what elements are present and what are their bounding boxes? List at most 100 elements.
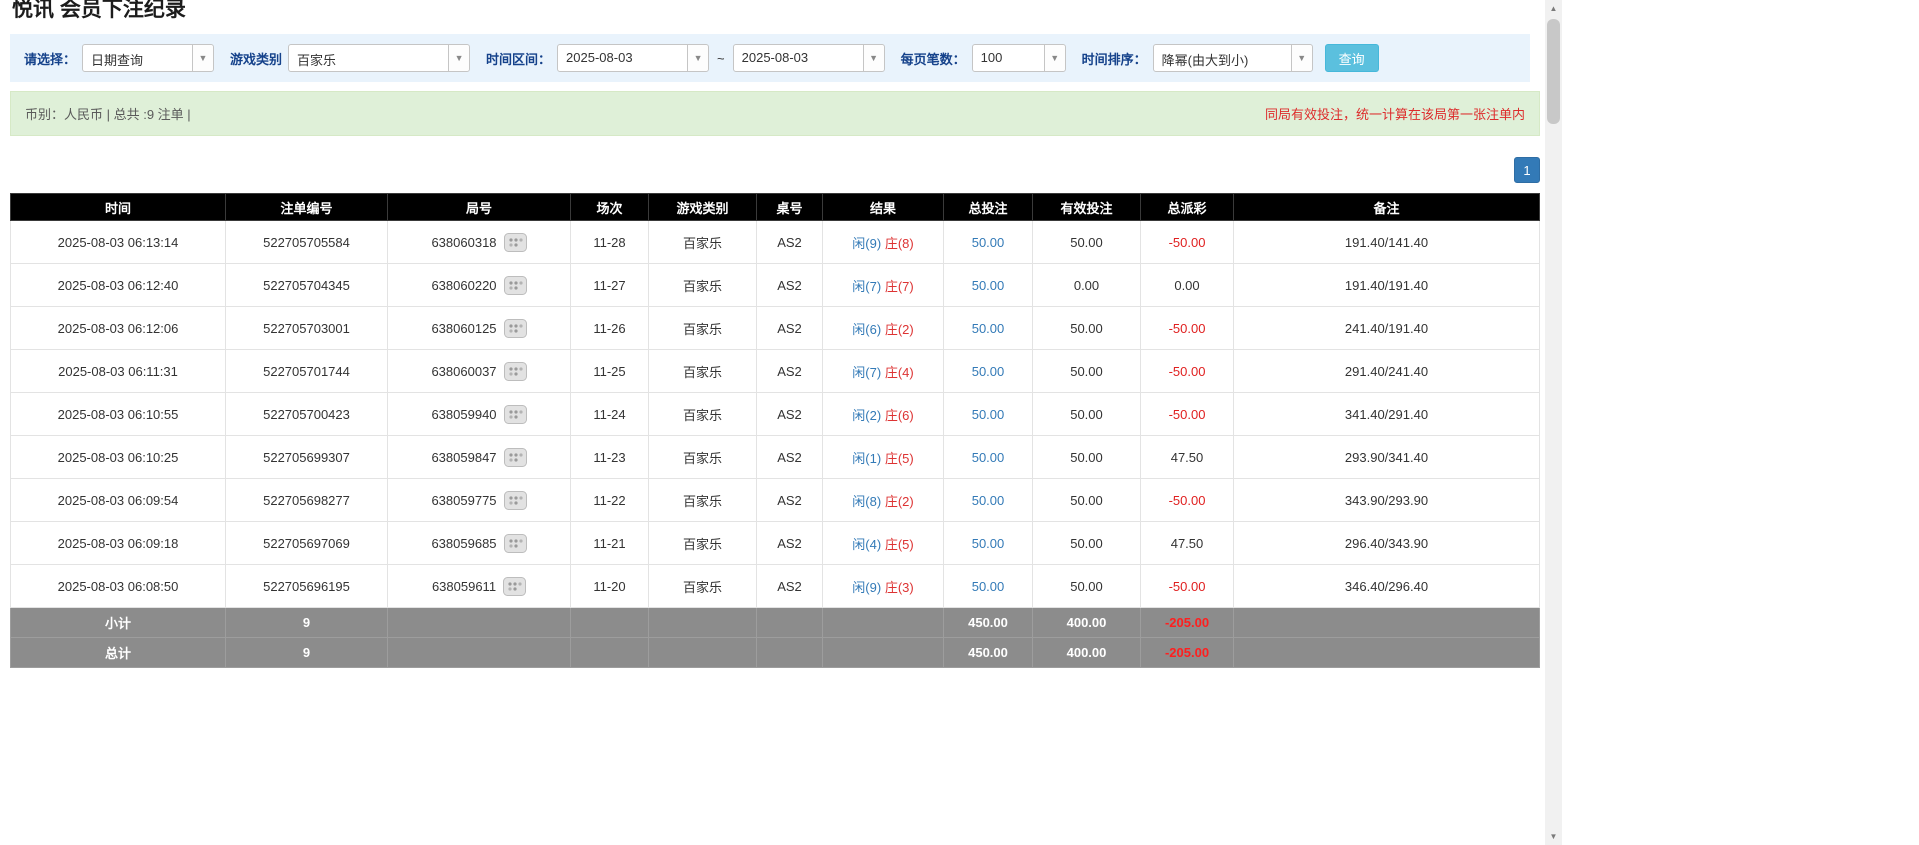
cell-time: 2025-08-03 06:13:14 bbox=[10, 220, 226, 264]
result-player: 闲(4) bbox=[852, 536, 882, 552]
subtotal-empty-cell bbox=[387, 607, 571, 638]
cell-total-bet[interactable]: 50.00 bbox=[943, 392, 1033, 436]
total-empty-cell bbox=[756, 637, 823, 668]
roadmap-icon[interactable] bbox=[503, 318, 527, 338]
cell-time: 2025-08-03 06:09:18 bbox=[10, 521, 226, 565]
cell-total-bet[interactable]: 50.00 bbox=[943, 349, 1033, 393]
cell-total-bet[interactable]: 50.00 bbox=[943, 521, 1033, 565]
query-type-label: 请选择： bbox=[24, 51, 77, 67]
cell-payout: -50.00 bbox=[1140, 220, 1234, 264]
vertical-scrollbar[interactable]: ▲ ▼ bbox=[1545, 0, 1562, 845]
chevron-down-icon: ▼ bbox=[1290, 45, 1312, 71]
cell-result: 闲(2) 庄(6) bbox=[822, 392, 944, 436]
cell-valid-bet: 50.00 bbox=[1032, 478, 1141, 522]
cell-time: 2025-08-03 06:08:50 bbox=[10, 564, 226, 608]
total-bet-link[interactable]: 50.00 bbox=[972, 364, 1005, 379]
cell-total-bet[interactable]: 50.00 bbox=[943, 478, 1033, 522]
cell-result: 闲(8) 庄(2) bbox=[822, 478, 944, 522]
cell-time: 2025-08-03 06:09:54 bbox=[10, 478, 226, 522]
round-id-text: 638059685 bbox=[431, 535, 497, 551]
cell-valid-bet: 50.00 bbox=[1032, 306, 1141, 350]
total-bet-link[interactable]: 50.00 bbox=[972, 493, 1005, 508]
subtotal-label: 小计 bbox=[10, 607, 226, 638]
roadmap-icon[interactable] bbox=[503, 576, 527, 596]
cell-table-no: AS2 bbox=[756, 521, 823, 565]
round-id-text: 638060037 bbox=[431, 363, 497, 379]
roadmap-icon[interactable] bbox=[503, 490, 527, 510]
round-id-group: 638059611 bbox=[432, 576, 527, 596]
cell-bet-id: 522705700423 bbox=[225, 392, 388, 436]
round-id-text: 638060220 bbox=[431, 277, 497, 293]
cell-result: 闲(9) 庄(3) bbox=[822, 564, 944, 608]
date-to-select[interactable]: 2025-08-03 ▼ bbox=[732, 44, 885, 72]
search-button[interactable]: 查询 bbox=[1324, 44, 1379, 72]
roadmap-icon[interactable] bbox=[503, 275, 527, 295]
page-button-1[interactable]: 1 bbox=[1514, 157, 1540, 183]
total-bet-link[interactable]: 50.00 bbox=[972, 536, 1005, 551]
cell-round-id: 638060125 bbox=[387, 306, 571, 350]
pagination: 1 bbox=[10, 157, 1540, 183]
subtotal-valid-bet: 400.00 bbox=[1032, 607, 1141, 638]
total-bet-link[interactable]: 50.00 bbox=[972, 407, 1005, 422]
subtotal-empty-cell bbox=[822, 607, 944, 638]
table-row: 2025-08-03 06:12:40 522705704345 638060220… bbox=[10, 263, 1540, 307]
round-id-group: 638060318 bbox=[431, 232, 527, 252]
cell-bet-id: 522705705584 bbox=[225, 220, 388, 264]
cell-game-type: 百家乐 bbox=[648, 306, 757, 350]
round-id-group: 638059940 bbox=[431, 404, 527, 424]
total-bet-link[interactable]: 50.00 bbox=[972, 321, 1005, 336]
scrollbar-thumb[interactable] bbox=[1547, 19, 1560, 124]
roadmap-icon[interactable] bbox=[503, 404, 527, 424]
cell-total-bet[interactable]: 50.00 bbox=[943, 306, 1033, 350]
cell-remark: 293.90/341.40 bbox=[1233, 435, 1540, 479]
roadmap-icon[interactable] bbox=[503, 232, 527, 252]
cell-session: 11-20 bbox=[570, 564, 649, 608]
total-valid-bet: 400.00 bbox=[1032, 637, 1141, 668]
result-player: 闲(9) bbox=[852, 579, 882, 595]
cell-total-bet[interactable]: 50.00 bbox=[943, 220, 1033, 264]
cell-session: 11-24 bbox=[570, 392, 649, 436]
game-type-select[interactable]: 百家乐 ▼ bbox=[288, 44, 471, 72]
cell-payout: 0.00 bbox=[1140, 263, 1234, 307]
date-from-value: 2025-08-03 bbox=[566, 50, 633, 65]
column-header: 时间 bbox=[10, 193, 226, 221]
cell-bet-id: 522705703001 bbox=[225, 306, 388, 350]
page-title: 悦讯 会员下注纪录 bbox=[12, 0, 1545, 22]
total-bet-link[interactable]: 50.00 bbox=[972, 278, 1005, 293]
chevron-down-icon: ▼ bbox=[448, 45, 470, 71]
round-id-group: 638060037 bbox=[431, 361, 527, 381]
query-type-select[interactable]: 日期查询 ▼ bbox=[82, 44, 215, 72]
column-header: 局号 bbox=[387, 193, 571, 221]
total-bet-link[interactable]: 50.00 bbox=[972, 579, 1005, 594]
cell-total-bet[interactable]: 50.00 bbox=[943, 263, 1033, 307]
scroll-down-arrow-icon[interactable]: ▼ bbox=[1545, 828, 1562, 845]
sort-select[interactable]: 降幂(由大到小) ▼ bbox=[1152, 44, 1313, 72]
result-player: 闲(2) bbox=[852, 407, 882, 423]
chevron-down-icon: ▼ bbox=[192, 45, 214, 71]
page-size-select[interactable]: 100 ▼ bbox=[971, 44, 1066, 72]
column-header: 桌号 bbox=[756, 193, 823, 221]
roadmap-icon[interactable] bbox=[503, 447, 527, 467]
cell-game-type: 百家乐 bbox=[648, 478, 757, 522]
total-bet-link[interactable]: 50.00 bbox=[972, 235, 1005, 250]
chevron-down-icon: ▼ bbox=[862, 45, 884, 71]
cell-payout: 47.50 bbox=[1140, 435, 1234, 479]
subtotal-empty-cell bbox=[756, 607, 823, 638]
cell-valid-bet: 50.00 bbox=[1032, 435, 1141, 479]
cell-bet-id: 522705701744 bbox=[225, 349, 388, 393]
column-header: 备注 bbox=[1233, 193, 1540, 221]
roadmap-icon[interactable] bbox=[503, 361, 527, 381]
cell-session: 11-21 bbox=[570, 521, 649, 565]
date-from-select[interactable]: 2025-08-03 ▼ bbox=[557, 44, 710, 72]
total-remark-empty bbox=[1233, 637, 1540, 668]
total-bet-link[interactable]: 50.00 bbox=[972, 450, 1005, 465]
roadmap-icon[interactable] bbox=[503, 533, 527, 553]
cell-remark: 241.40/191.40 bbox=[1233, 306, 1540, 350]
table-footer: 小计 9 450.00 400.00 -205.00 总计 9 450.00 400.00 -20… bbox=[10, 607, 1540, 668]
cell-total-bet[interactable]: 50.00 bbox=[943, 435, 1033, 479]
cell-valid-bet: 50.00 bbox=[1032, 349, 1141, 393]
cell-total-bet[interactable]: 50.00 bbox=[943, 564, 1033, 608]
round-id-text: 638060125 bbox=[431, 320, 497, 336]
cell-table-no: AS2 bbox=[756, 564, 823, 608]
scroll-up-arrow-icon[interactable]: ▲ bbox=[1545, 0, 1562, 17]
